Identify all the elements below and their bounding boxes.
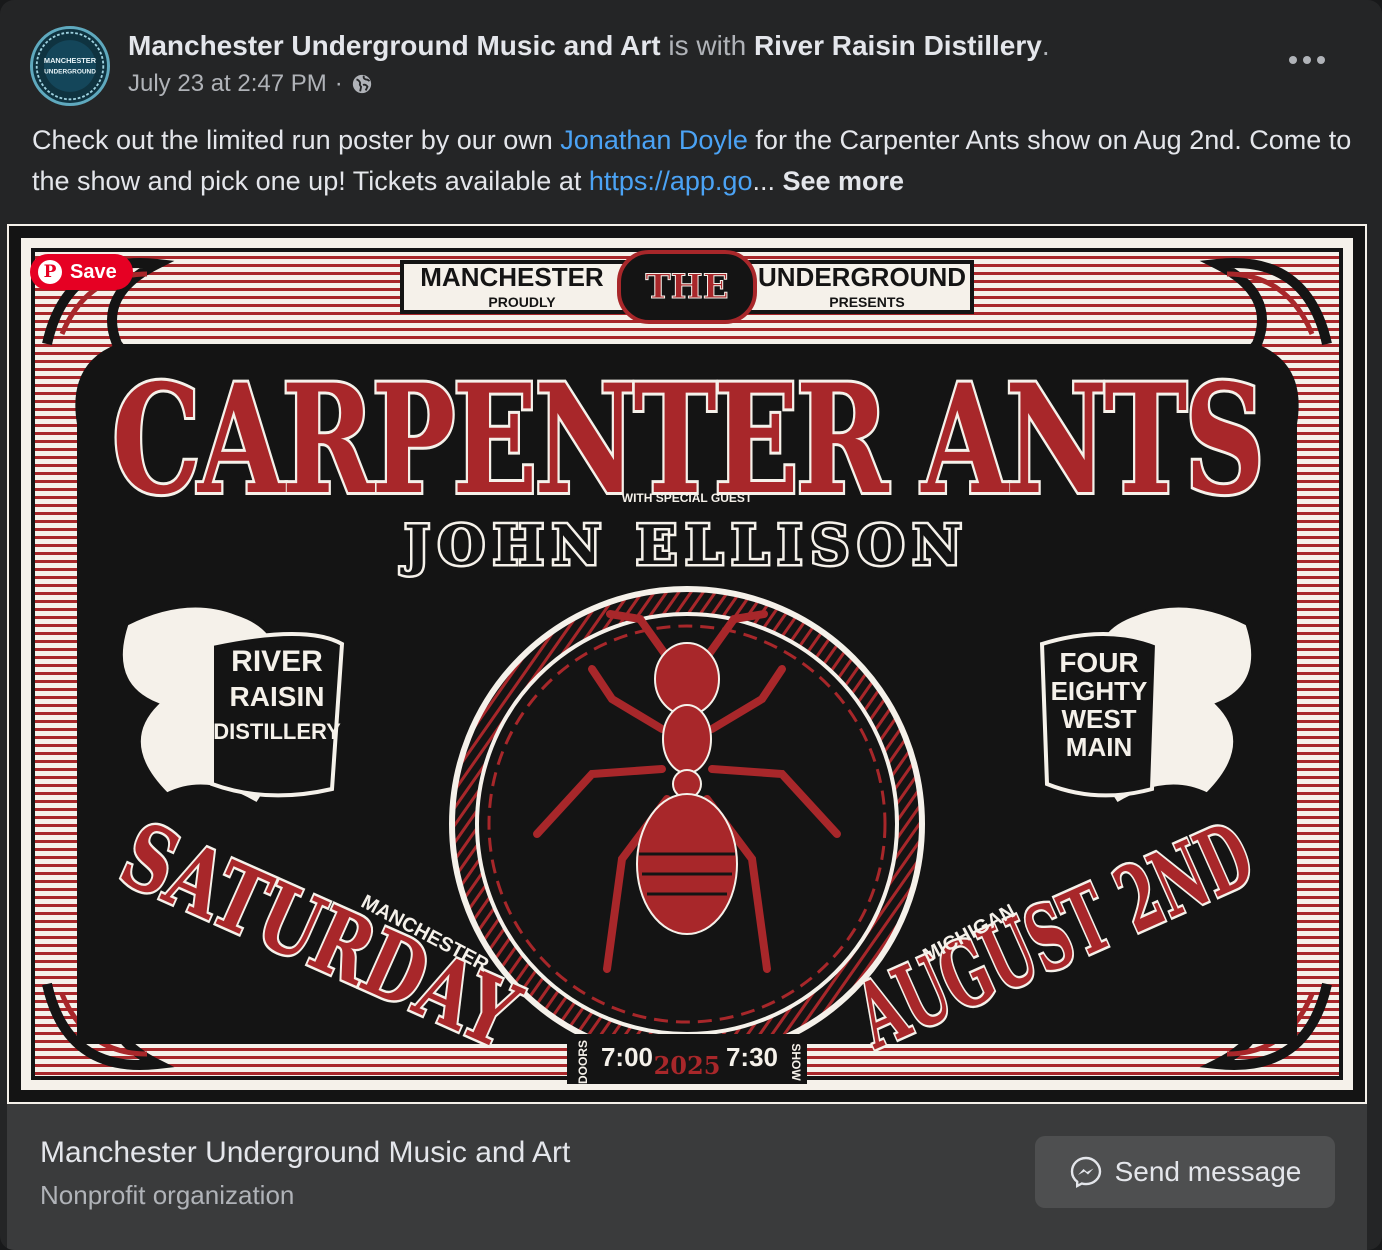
post-meta: July 23 at 2:47 PM · xyxy=(128,70,373,98)
send-message-button[interactable]: Send message xyxy=(1035,1136,1335,1208)
send-message-label: Send message xyxy=(1114,1156,1302,1187)
proudly-text: PROUDLY xyxy=(488,294,556,310)
doors-label: DOORS xyxy=(576,1040,590,1084)
post-header: MANCHESTER UNDERGROUND Manchester Underg… xyxy=(0,0,1382,110)
timestamp-link[interactable]: July 23 at 2:47 PM xyxy=(128,70,327,98)
avatar-text-top: MANCHESTER xyxy=(44,56,97,65)
venue-left-2: RAISIN xyxy=(230,681,325,712)
presenter-right: UNDERGROUND xyxy=(758,262,966,292)
meta-separator: · xyxy=(334,70,343,97)
poster-image[interactable]: MANCHESTER UNDERGROUND PROUDLY PRESENTS … xyxy=(7,224,1367,1104)
post-message: Check out the limited run poster by our … xyxy=(32,120,1352,202)
author-link[interactable]: Manchester Underground Music and Art xyxy=(128,30,661,61)
doors-time: 7:00 xyxy=(601,1042,653,1072)
venue-right-3: WEST xyxy=(1061,704,1136,734)
save-label: Save xyxy=(70,260,117,283)
show-label: SHOW xyxy=(789,1043,803,1081)
post-title: Manchester Underground Music and Art is … xyxy=(128,30,1050,62)
post-card: MANCHESTER UNDERGROUND Manchester Underg… xyxy=(0,0,1382,1250)
venue-right-1: FOUR xyxy=(1059,647,1138,678)
venue-right-2: EIGHTY xyxy=(1051,676,1148,706)
globe-icon[interactable] xyxy=(351,73,373,95)
footer-page-name[interactable]: Manchester Underground Music and Art xyxy=(40,1136,570,1170)
pinterest-icon: P xyxy=(38,260,62,284)
message-ellipsis: ... xyxy=(752,166,775,196)
avatar[interactable]: MANCHESTER UNDERGROUND xyxy=(30,26,110,106)
special-guest-label: WITH SPECIAL GUEST xyxy=(622,491,753,505)
presents-text: PRESENTS xyxy=(829,294,904,310)
tagged-page-link[interactable]: River Raisin Distillery xyxy=(754,30,1042,61)
more-horizontal-icon xyxy=(1289,56,1297,64)
show-time: 7:30 xyxy=(726,1042,778,1072)
guest-name: JOHN ELLISON xyxy=(400,513,970,577)
avatar-text-bottom: UNDERGROUND xyxy=(44,68,96,75)
see-more-button[interactable]: See more xyxy=(783,166,905,196)
year-text: 2025 xyxy=(654,1051,721,1080)
presenter-left: MANCHESTER xyxy=(420,262,604,292)
with-text: is with xyxy=(668,30,747,61)
more-options-button[interactable] xyxy=(1282,40,1332,80)
the-text: THE xyxy=(645,267,728,307)
title-period: . xyxy=(1041,30,1050,61)
message-text-1: Check out the limited run poster by our … xyxy=(32,125,561,155)
footer-page-category: Nonprofit organization xyxy=(40,1180,295,1210)
ticket-link[interactable]: https://app.go xyxy=(589,166,753,196)
venue-left-1: RIVER xyxy=(231,645,323,678)
mention-link[interactable]: Jonathan Doyle xyxy=(560,125,748,155)
venue-left-3: DISTILLERY xyxy=(213,719,341,744)
messenger-icon xyxy=(1070,1156,1101,1189)
pinterest-save-button[interactable]: P Save xyxy=(30,254,133,290)
page-footer: Manchester Underground Music and Art Non… xyxy=(7,1104,1367,1250)
poster-art: MANCHESTER UNDERGROUND PROUDLY PRESENTS … xyxy=(7,224,1367,1104)
venue-right-4: MAIN xyxy=(1066,732,1132,762)
